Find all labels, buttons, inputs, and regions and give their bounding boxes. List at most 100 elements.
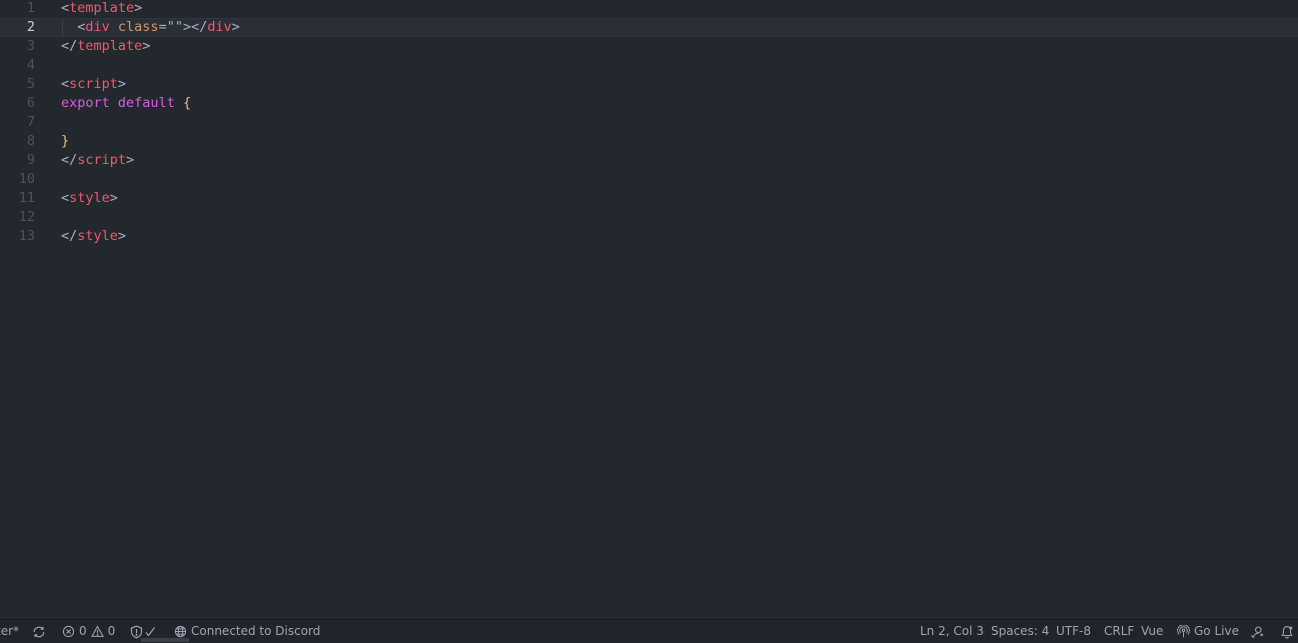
language-mode-button[interactable]: Vue — [1141, 620, 1163, 643]
code-line[interactable]: 9 </script> — [0, 151, 1298, 170]
code-token: template — [69, 0, 135, 16]
code-line[interactable]: 8} — [0, 132, 1298, 151]
line-number[interactable]: 10 — [0, 170, 35, 189]
warning-count: 0 — [107, 624, 116, 638]
line-number[interactable]: 3 — [0, 37, 35, 56]
code-line[interactable]: 10 — [0, 170, 1298, 189]
code-token: { — [182, 95, 192, 111]
error-icon — [62, 625, 75, 638]
code-token: </ — [61, 228, 78, 244]
code-line[interactable]: 5 <script> — [0, 75, 1298, 94]
code-token: class — [117, 19, 159, 35]
line-number[interactable]: 13 — [0, 227, 35, 246]
line-code: <div class=""></div> — [61, 18, 240, 37]
line-number[interactable]: 9 — [0, 151, 35, 170]
code-token: < — [61, 0, 70, 16]
code-token: template — [77, 38, 143, 54]
line-number[interactable]: 6 — [0, 94, 35, 113]
line-code: } — [61, 132, 69, 151]
go-live-label: Go Live — [1194, 624, 1239, 638]
code-token: style — [69, 190, 110, 206]
git-branch-label: ter* — [0, 624, 20, 638]
problems-button[interactable]: 0 0 — [62, 620, 115, 643]
line-code: </script> — [61, 151, 134, 170]
encoding-label: UTF-8 — [1056, 624, 1091, 638]
bell-icon — [1280, 625, 1294, 639]
code-token: } — [61, 133, 70, 149]
code-token: </ — [61, 152, 78, 168]
code-line[interactable]: 7 — [0, 113, 1298, 132]
sync-button[interactable] — [32, 620, 46, 643]
code-token: script — [69, 76, 118, 92]
code-token: < — [61, 19, 86, 35]
cursor-position-button[interactable]: Ln 2, Col 3 — [920, 620, 984, 643]
code-line[interactable]: 3 </template> — [0, 37, 1298, 56]
code-token: = — [158, 19, 167, 35]
code-editor[interactable]: 1 <template> 2 <div class=""></div> 3 </temp… — [0, 0, 1298, 619]
status-bar: ter* 0 0 — [0, 619, 1298, 643]
code-token: > — [231, 19, 240, 35]
line-code: </style> — [61, 227, 126, 246]
code-token: < — [61, 76, 70, 92]
line-number[interactable]: 5 — [0, 75, 35, 94]
line-code: <template> — [61, 0, 142, 18]
code-line[interactable]: 4 — [0, 56, 1298, 75]
discord-status-label: Connected to Discord — [191, 624, 321, 638]
code-token: export — [61, 95, 110, 111]
horizontal-scrollbar-thumb[interactable] — [141, 638, 189, 642]
code-line[interactable]: 11 <style> — [0, 189, 1298, 208]
line-ending-label: CRLF — [1104, 624, 1135, 638]
code-token: style — [77, 228, 118, 244]
line-code: <style> — [61, 189, 118, 208]
feedback-button[interactable] — [1250, 620, 1264, 643]
notifications-button[interactable] — [1280, 620, 1294, 643]
indentation-label: Spaces: 4 — [991, 624, 1050, 638]
line-code: export default { — [61, 94, 191, 113]
indentation-button[interactable]: Spaces: 4 — [991, 620, 1049, 643]
code-token: "" — [166, 19, 183, 35]
code-token: default — [117, 95, 175, 111]
code-token: > — [117, 228, 127, 244]
code-line[interactable]: 2 <div class=""></div> — [0, 18, 1298, 37]
code-token: > — [117, 76, 127, 92]
discord-status-button[interactable]: Connected to Discord — [174, 620, 320, 643]
error-count: 0 — [79, 624, 87, 638]
line-number[interactable]: 7 — [0, 113, 35, 132]
line-number[interactable]: 12 — [0, 208, 35, 227]
code-token: </ — [61, 38, 78, 54]
line-number[interactable]: 8 — [0, 132, 35, 151]
go-live-button[interactable]: Go Live — [1177, 620, 1239, 643]
code-token: div — [85, 19, 110, 35]
code-token: > — [109, 190, 118, 206]
line-code: <script> — [61, 75, 126, 94]
feedback-icon — [1250, 625, 1264, 639]
line-number[interactable]: 4 — [0, 56, 35, 75]
code-token: > — [126, 152, 135, 168]
warning-icon — [90, 625, 104, 638]
code-token: ></ — [182, 19, 208, 35]
language-mode-label: Vue — [1141, 624, 1164, 638]
line-number[interactable]: 1 — [0, 0, 35, 18]
code-line[interactable]: 12 — [0, 208, 1298, 227]
code-line[interactable]: 1 <template> — [0, 0, 1298, 18]
code-token: div — [207, 19, 232, 35]
shield-check-icon — [130, 625, 158, 639]
cursor-position-label: Ln 2, Col 3 — [920, 624, 984, 638]
line-number[interactable]: 2 — [0, 18, 35, 37]
code-token: > — [142, 38, 151, 54]
line-ending-button[interactable]: CRLF — [1104, 620, 1134, 643]
code-line[interactable]: 13 </style> — [0, 227, 1298, 246]
line-number[interactable]: 11 — [0, 189, 35, 208]
globe-icon — [174, 625, 187, 638]
sync-icon — [32, 625, 46, 639]
encoding-button[interactable]: UTF-8 — [1056, 620, 1091, 643]
broadcast-icon — [1177, 625, 1190, 638]
line-code: </template> — [61, 37, 150, 56]
code-line[interactable]: 6 export default { — [0, 94, 1298, 113]
code-token: > — [134, 0, 143, 16]
code-token: script — [77, 152, 127, 168]
git-branch-item[interactable]: ter* — [0, 620, 19, 643]
